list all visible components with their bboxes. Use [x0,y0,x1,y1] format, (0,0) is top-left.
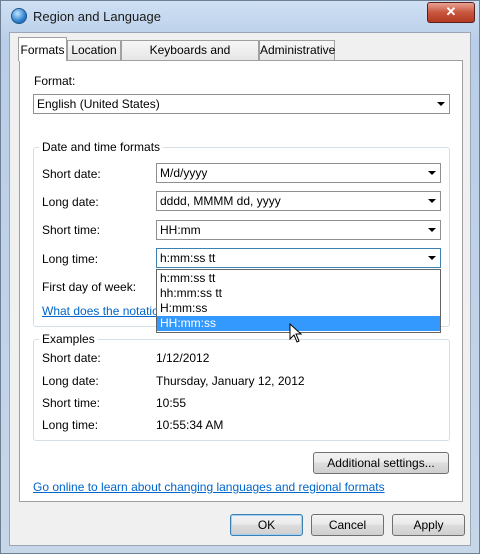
long-time-label: Long time: [42,252,99,266]
format-select[interactable]: English (United States) [33,94,450,114]
example-short-date-value: 1/12/2012 [156,351,210,365]
long-date-label: Long date: [42,195,99,209]
title-bar[interactable]: Region and Language [1,1,479,31]
example-long-date-value: Thursday, January 12, 2012 [156,374,305,388]
example-long-time-value: 10:55:34 AM [156,418,224,432]
example-long-date-label: Long date: [42,374,99,388]
online-help-link[interactable]: Go online to learn about changing langua… [33,480,385,494]
long-date-select[interactable]: dddd, MMMM dd, yyyy [156,191,441,211]
ok-button[interactable]: OK [230,514,303,536]
tab-keyboards-languages[interactable]: Keyboards and Languages [121,40,259,76]
format-select-value: English (United States) [37,97,160,111]
tab-location[interactable]: Location [67,40,121,60]
long-time-select[interactable]: h:mm:ss tt [156,248,441,268]
short-date-select[interactable]: M/d/yyyy [156,163,441,183]
chevron-down-icon[interactable] [424,249,440,267]
globe-icon [11,8,27,24]
cancel-button[interactable]: Cancel [311,514,384,536]
format-label: Format: [34,74,76,88]
long-date-select-value: dddd, MMMM dd, yyyy [160,194,281,208]
short-date-select-value: M/d/yyyy [160,166,208,180]
dropdown-option[interactable]: h:mm:ss tt [157,271,440,286]
close-icon: ✕ [445,4,457,19]
chevron-down-icon[interactable] [424,192,440,210]
tab-location-label: Location [71,43,117,57]
tab-formats-label: Formats [20,43,65,57]
apply-button[interactable]: Apply [392,514,465,536]
chevron-down-icon[interactable] [424,164,440,182]
dropdown-option[interactable]: hh:mm:ss tt [157,286,440,301]
short-date-label: Short date: [42,167,101,181]
short-time-select-value: HH:mm [160,223,201,237]
tab-administrative-label: Administrative [260,43,336,57]
short-time-select[interactable]: HH:mm [156,220,441,240]
close-button[interactable]: ✕ [427,2,475,23]
tab-formats[interactable]: Formats [18,37,67,61]
tab-administrative[interactable]: Administrative [259,40,335,60]
long-time-select-value: h:mm:ss tt [160,251,216,265]
example-short-date-label: Short date: [42,351,101,365]
date-time-formats-title: Date and time formats [39,140,164,154]
example-short-time-value: 10:55 [156,396,187,410]
mouse-pointer-icon [289,323,303,343]
example-long-time-label: Long time: [42,418,99,432]
notation-help-link[interactable]: What does the notatio [42,304,159,318]
short-time-label: Short time: [42,223,101,237]
chevron-down-icon[interactable] [433,95,449,113]
additional-settings-button[interactable]: Additional settings... [313,452,449,474]
chevron-down-icon[interactable] [424,221,440,239]
example-short-time-label: Short time: [42,396,101,410]
region-language-window: Region and Language ✕ Formats Location K… [0,0,480,554]
examples-title: Examples [39,332,98,346]
first-day-of-week-label: First day of week: [42,280,137,294]
window-title: Region and Language [33,9,161,24]
dropdown-option[interactable]: H:mm:ss [157,301,440,316]
